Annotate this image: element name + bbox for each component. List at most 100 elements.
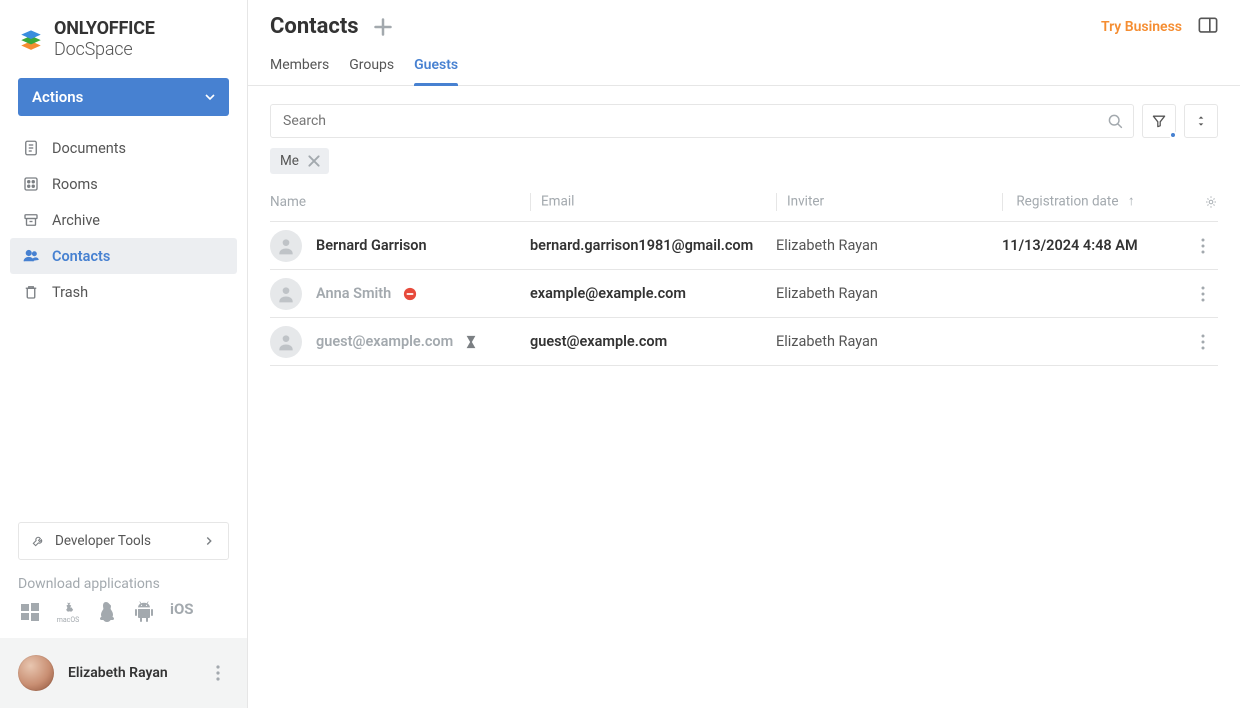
user-bar: Elizabeth Rayan [0,638,247,708]
sidebar-item-contacts[interactable]: Contacts [10,238,237,274]
cell-inviter: Elizabeth Rayan [776,237,1002,254]
search-input[interactable] [281,112,1107,130]
sidebar-item-archive[interactable]: Archive [10,202,237,238]
filter-icon [1151,113,1167,129]
row-menu-button[interactable] [1188,334,1218,350]
close-icon [307,154,321,168]
brand-subname: DocSpace [54,39,132,60]
user-name: Elizabeth Rayan [68,665,193,681]
android-icon[interactable] [132,600,156,624]
add-button[interactable] [373,17,393,37]
table-row[interactable]: guest@example.com guest@example.com Eliz… [270,318,1218,366]
download-apps-label: Download applications [0,570,247,600]
tab-guests[interactable]: Guests [414,57,458,85]
column-name[interactable]: Name [270,194,530,210]
main: Contacts Try Business Members Groups Gue… [248,0,1240,708]
cell-name: Bernard Garrison [270,230,530,262]
table-row[interactable]: Bernard Garrison bernard.garrison1981@gm… [270,222,1218,270]
row-menu-button[interactable] [1188,238,1218,254]
sidebar: ONLYOFFICE DocSpace Actions Documents Ro… [0,0,248,708]
tab-groups[interactable]: Groups [349,57,394,85]
macos-icon[interactable]: macOS [56,600,80,624]
name-text: Bernard Garrison [316,237,427,254]
chevron-right-icon [202,534,216,548]
sort-button[interactable] [1184,104,1218,138]
search-field[interactable] [270,104,1134,138]
platform-row: macOS iOS [0,600,247,638]
column-date-label: Registration date [1016,193,1118,209]
chevron-down-icon [205,92,215,102]
column-date[interactable]: Registration date ↑ [1002,193,1188,211]
toolbar [248,86,1240,148]
pending-icon [465,335,477,349]
page-title: Contacts [270,14,359,39]
brand: ONLYOFFICE DocSpace [0,0,247,70]
windows-icon[interactable] [18,600,42,624]
avatar [270,326,302,358]
table-row[interactable]: Anna Smith example@example.com Elizabeth… [270,270,1218,318]
name-text: guest@example.com [316,333,453,350]
contacts-icon [22,247,40,265]
tabs: Members Groups Guests [248,45,1240,86]
gear-icon [1204,195,1218,209]
search-icon [1107,113,1123,129]
sidebar-item-trash[interactable]: Trash [10,274,237,310]
cell-email: bernard.garrison1981@gmail.com [530,237,753,254]
sidebar-item-label: Rooms [52,176,98,193]
column-settings[interactable] [1188,195,1218,209]
developer-tools-label: Developer Tools [55,533,151,549]
person-icon [276,284,296,304]
brand-name: ONLYOFFICE [54,18,155,39]
cell-inviter: Elizabeth Rayan [776,333,1002,350]
cell-inviter: Elizabeth Rayan [776,285,1002,302]
blocked-icon [403,287,417,301]
name-text: Anna Smith [316,285,391,302]
cell-email: example@example.com [530,285,686,302]
document-icon [22,139,40,157]
page-title-wrap: Contacts [270,14,393,39]
sidebar-item-documents[interactable]: Documents [10,130,237,166]
panel-toggle-button[interactable] [1198,17,1218,37]
user-menu-button[interactable] [207,662,229,684]
sidebar-item-label: Documents [52,140,126,157]
avatar [270,230,302,262]
person-icon [276,236,296,256]
chip-remove-button[interactable] [307,154,321,168]
cell-name: guest@example.com [270,326,530,358]
column-inviter[interactable]: Inviter [776,193,1002,211]
wrench-icon [31,534,45,548]
panel-icon [1198,17,1218,33]
cell-name: Anna Smith [270,278,530,310]
plus-icon [373,17,393,37]
contacts-table: Name Email Inviter Registration date ↑ B… [248,182,1240,366]
filter-active-indicator [1169,131,1177,139]
sidebar-item-rooms[interactable]: Rooms [10,166,237,202]
row-menu-button[interactable] [1188,286,1218,302]
actions-label: Actions [32,88,83,106]
header: Contacts Try Business [248,0,1240,45]
user-avatar[interactable] [18,655,54,691]
rooms-icon [22,175,40,193]
ios-icon[interactable]: iOS [170,600,194,624]
sort-icon [1194,114,1208,128]
actions-button[interactable]: Actions [18,78,229,116]
brand-logo-icon [18,26,44,52]
archive-icon [22,211,40,229]
filter-chips: Me [248,148,1240,182]
chip-label: Me [280,153,299,169]
try-business-link[interactable]: Try Business [1101,19,1182,35]
developer-tools-button[interactable]: Developer Tools [18,522,229,560]
column-email[interactable]: Email [530,193,776,211]
sidebar-item-label: Trash [52,284,88,301]
filter-button[interactable] [1142,104,1176,138]
table-header: Name Email Inviter Registration date ↑ [270,182,1218,222]
cell-date: 11/13/2024 4:48 AM [1002,237,1188,254]
sort-asc-icon: ↑ [1128,193,1135,209]
sidebar-item-label: Contacts [52,248,110,265]
linux-icon[interactable] [94,600,118,624]
sidebar-item-label: Archive [52,212,100,229]
brand-text: ONLYOFFICE DocSpace [54,18,229,60]
tab-members[interactable]: Members [270,57,329,85]
sidebar-nav: Documents Rooms Archive Contacts Trash [0,130,247,310]
person-icon [276,332,296,352]
